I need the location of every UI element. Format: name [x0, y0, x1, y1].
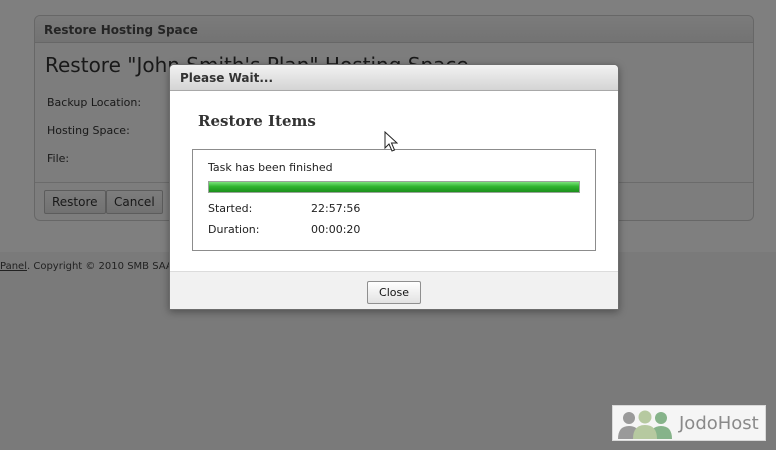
progress-bar — [208, 181, 580, 193]
duration-value: 00:00:20 — [311, 223, 361, 236]
duration-label: Duration: — [208, 223, 260, 236]
started-value: 22:57:56 — [311, 202, 361, 215]
jodohost-watermark: JodoHost — [612, 405, 766, 441]
task-progress-box: Task has been finished Started: 22:57:56… — [192, 149, 596, 251]
dialog-heading: Restore Items — [198, 112, 316, 130]
started-label: Started: — [208, 202, 253, 215]
arrow-cursor-icon — [384, 131, 398, 152]
watermark-text: JodoHost — [679, 413, 759, 434]
task-status: Task has been finished — [208, 161, 333, 174]
dialog-footer: Close — [170, 271, 618, 309]
dialog-title[interactable]: Please Wait... — [170, 65, 618, 91]
people-icon — [618, 410, 672, 439]
please-wait-dialog: Please Wait... Restore Items Task has be… — [169, 64, 619, 310]
progress-bar-fill — [209, 182, 579, 192]
close-button[interactable]: Close — [367, 281, 421, 304]
